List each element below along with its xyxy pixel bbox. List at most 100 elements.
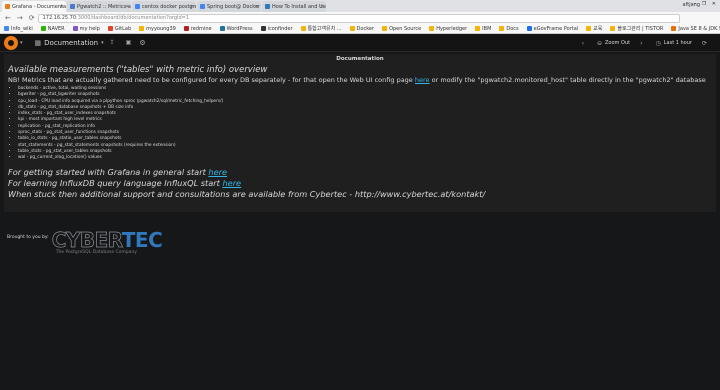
bookmark-label: Docs bbox=[506, 25, 519, 32]
bookmark-item[interactable]: Hyperledger bbox=[429, 26, 467, 32]
tab-favicon-icon bbox=[135, 4, 140, 9]
bookmark-item[interactable]: eGovFrame Portal bbox=[526, 25, 579, 32]
bookmark-label: redmine bbox=[190, 25, 212, 32]
bookmark-item[interactable]: my help bbox=[72, 25, 100, 32]
bookmark-icon bbox=[260, 26, 266, 31]
bookmark-icon bbox=[72, 26, 78, 31]
bookmark-item[interactable]: 통합고객유치 ... bbox=[300, 25, 342, 32]
bookmark-label: 통합고객유치 ... bbox=[307, 26, 342, 32]
window-controls[interactable]: – ❐ ✕ bbox=[694, 1, 718, 7]
tab-favicon-icon bbox=[5, 4, 10, 9]
bookmark-icon bbox=[429, 26, 435, 31]
bookmark-item[interactable]: 블로그관리 | TISTOR bbox=[610, 25, 663, 32]
bookmark-item[interactable]: redmine bbox=[183, 25, 212, 32]
zoom-out-icon: ⊖ bbox=[596, 39, 602, 47]
bookmark-icon bbox=[4, 26, 9, 31]
browser-tab[interactable]: Spring boot@ Docker ... ✕ bbox=[197, 1, 261, 12]
clock-icon: ◷ bbox=[655, 39, 661, 47]
chevron-down-icon[interactable]: ▾ bbox=[20, 40, 23, 46]
close-icon[interactable]: ✕ bbox=[320, 4, 324, 10]
bookmark-item[interactable]: GitLab bbox=[107, 26, 131, 32]
grafana-logo-icon[interactable] bbox=[4, 35, 18, 50]
url-path: :3000/dashboard/db/documentation?orgId=1 bbox=[76, 14, 190, 21]
bookmark-label: Docker bbox=[356, 25, 375, 32]
tab-title: Pgwatch2 :: Metrics and ... bbox=[77, 3, 131, 10]
bookmark-label: Info_wiki bbox=[11, 25, 33, 32]
bookmark-label: 교육 bbox=[593, 26, 603, 32]
support-line: When stuck then additional support and c… bbox=[8, 188, 486, 199]
close-icon[interactable]: ✕ bbox=[60, 4, 64, 10]
share-icon[interactable]: ⇪ bbox=[110, 39, 115, 46]
chevron-down-icon: ▾ bbox=[101, 39, 104, 46]
cybertec-logo[interactable]: CYBERTEC The PostgreSQL Database Company bbox=[51, 228, 172, 260]
zoom-out-button[interactable]: ⊖ Zoom Out bbox=[597, 40, 630, 47]
reload-icon[interactable]: ⟳ bbox=[29, 14, 35, 22]
bookmark-item[interactable]: iconfinder bbox=[260, 26, 293, 32]
close-icon[interactable]: ✕ bbox=[125, 4, 129, 10]
tab-favicon-icon bbox=[200, 4, 205, 9]
bookmark-icon bbox=[349, 26, 355, 31]
bookmark-icon bbox=[499, 26, 505, 31]
prev-time-icon[interactable]: ‹ bbox=[582, 40, 587, 47]
close-icon[interactable]: ✕ bbox=[255, 4, 259, 10]
bookmark-item[interactable]: Java SE 8 & JDK 9 bbox=[671, 26, 720, 32]
bookmark-icon bbox=[40, 26, 46, 31]
browser-tab[interactable]: Pgwatch2 :: Metrics and ...✕ bbox=[67, 1, 131, 12]
tab-favicon-icon bbox=[265, 4, 270, 9]
list-item: wal - pg_current_xlog_location() values bbox=[18, 155, 712, 161]
browser-tab-bar: Grafana - Documentation✕Pgwatch2 :: Metr… bbox=[0, 0, 720, 12]
bookmark-item[interactable]: NAVER bbox=[40, 25, 65, 32]
brought-by-section: Brought to you by: CYBERTEC The PostgreS… bbox=[7, 230, 172, 260]
bookmark-item[interactable]: Docs bbox=[499, 25, 519, 32]
browser-tab[interactable]: centos docker postgre ...✕ bbox=[132, 1, 196, 12]
grafana-docs-link[interactable]: here bbox=[208, 167, 227, 177]
dashboard-picker[interactable]: ▦ Documentation ▾ bbox=[35, 39, 104, 47]
documentation-panel: Documentation Available measurements ("t… bbox=[4, 54, 716, 212]
bookmark-item[interactable]: myyoung39 bbox=[139, 26, 176, 32]
bookmark-icon bbox=[139, 26, 145, 31]
bookmark-icon bbox=[183, 26, 189, 31]
nb-note: NB! Metrics that are actually gathered n… bbox=[8, 76, 706, 84]
bookmark-label: myyoung39 bbox=[146, 25, 176, 32]
bookmark-icon bbox=[300, 26, 306, 31]
bookmark-label: my help bbox=[79, 25, 100, 32]
influxql-docs-link[interactable]: here bbox=[222, 178, 241, 188]
grafana-navbar: ▾ ▦ Documentation ▾ ⇪ ▣ ⚙ ‹ ⊖ Zoom Out › … bbox=[0, 34, 720, 52]
time-range-picker[interactable]: ◷ Last 1 hour bbox=[655, 40, 691, 47]
tab-title: How To Install and Use ... bbox=[272, 3, 326, 10]
refresh-icon[interactable]: ⟳ bbox=[702, 40, 710, 47]
close-icon[interactable]: ✕ bbox=[190, 4, 194, 10]
bookmark-item[interactable]: 교육 bbox=[586, 25, 602, 32]
bookmark-item[interactable]: Docker bbox=[349, 25, 375, 32]
back-icon[interactable]: ← bbox=[5, 14, 11, 22]
bookmark-item[interactable]: IBM bbox=[475, 26, 491, 32]
bookmark-icon bbox=[671, 26, 677, 31]
tab-favicon-icon bbox=[70, 4, 75, 9]
bookmark-item[interactable]: Info_wiki bbox=[4, 26, 33, 32]
save-icon[interactable]: ▣ bbox=[126, 39, 132, 46]
browser-tab[interactable]: Grafana - Documentation✕ bbox=[2, 1, 66, 12]
panel-content: Available measurements ("tables" with me… bbox=[8, 65, 712, 200]
panel-title[interactable]: Documentation bbox=[4, 56, 716, 62]
url-host: 172.16.25.70 bbox=[42, 14, 77, 21]
bookmark-label: eGovFrame Portal bbox=[533, 25, 579, 32]
influx-start-line: For learning InfluxDB query language Inf… bbox=[8, 177, 242, 188]
bookmark-icon bbox=[586, 26, 592, 31]
bookmark-item[interactable]: Open Source bbox=[382, 26, 421, 32]
config-page-link[interactable]: here bbox=[415, 76, 430, 84]
url-input[interactable]: 172.16.25.70:3000/dashboard/db/documenta… bbox=[37, 13, 680, 23]
tab-title: Grafana - Documentation bbox=[12, 3, 66, 10]
bookmark-icon bbox=[610, 26, 616, 31]
browser-tab[interactable]: How To Install and Use ...✕ bbox=[262, 1, 326, 12]
logo-cyber-text: CYBER bbox=[51, 228, 122, 252]
bookmark-label: NAVER bbox=[47, 25, 65, 32]
brought-by-label: Brought to you by: bbox=[7, 235, 49, 240]
bookmark-icon bbox=[475, 26, 481, 31]
bookmark-item[interactable]: WordPress bbox=[219, 26, 253, 32]
forward-icon[interactable]: → bbox=[17, 14, 23, 22]
address-bar: ← → ⟳ 172.16.25.70:3000/dashboard/db/doc… bbox=[0, 12, 720, 24]
gear-icon[interactable]: ⚙ bbox=[139, 39, 145, 47]
bookmark-label: Java SE 8 & JDK 9 bbox=[678, 25, 720, 32]
grid-icon: ▦ bbox=[34, 38, 42, 47]
next-time-icon[interactable]: › bbox=[640, 40, 645, 47]
